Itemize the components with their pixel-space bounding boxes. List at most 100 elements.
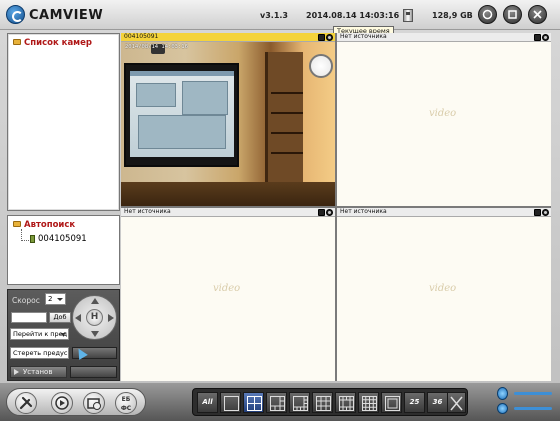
ptz-home-button[interactable]: H	[86, 309, 103, 326]
install-preset-button[interactable]: Установ	[10, 366, 67, 378]
layout-25-button[interactable]: 25	[404, 392, 425, 413]
record-icon[interactable]	[542, 34, 549, 41]
tile-header: Нет источника	[121, 208, 335, 217]
version-label: v3.1.3	[260, 11, 288, 20]
record-icon[interactable]	[542, 209, 549, 216]
feed-lamp	[309, 54, 333, 78]
layout-16-button[interactable]	[358, 392, 379, 413]
record-icon	[87, 398, 101, 410]
camview-window: CAMVIEW v3.1.3 2014.08.14 14:03:16 128,9…	[0, 0, 560, 421]
layout-6-icon	[270, 396, 285, 411]
tile-label: 004105091	[124, 33, 159, 40]
fullscreen-button[interactable]	[447, 392, 466, 413]
screen-window	[136, 83, 176, 107]
feed-monitor	[124, 63, 239, 167]
ptz-control-panel: Скорос 2 Доб Перейти к пред Стереть пред…	[7, 289, 120, 381]
layout-16-icon	[362, 396, 377, 411]
title-bar: CAMVIEW v3.1.3 2014.08.14 14:03:16 128,9…	[0, 0, 560, 30]
clear-preset-field[interactable]: Стереть предус	[10, 347, 69, 359]
preset-name-input[interactable]	[11, 312, 47, 323]
screen-window	[182, 81, 228, 115]
video-grid: 004105091 2014/08/14 14:03:16 Нет источн…	[121, 33, 551, 381]
disk-icon	[403, 9, 413, 22]
layout-selector: All 25 36	[192, 388, 468, 416]
microphone-icon[interactable]	[497, 387, 508, 400]
close-button[interactable]	[528, 5, 547, 24]
tile-header: Нет источника	[337, 208, 551, 217]
feed-monitor-screen	[130, 71, 234, 157]
record-icon[interactable]	[326, 209, 333, 216]
screen-window	[138, 115, 226, 149]
camera-list-title[interactable]: Список камер	[24, 38, 92, 48]
app-title: CAMVIEW	[29, 8, 104, 23]
snapshot-icon[interactable]	[534, 34, 541, 41]
arrow-left-icon[interactable]	[75, 314, 81, 322]
shelf-row	[271, 112, 303, 114]
feed-timestamp: 2014/08/14 14:03:16	[125, 44, 188, 50]
current-time[interactable]: 2014.08.14 14:03:16	[306, 11, 399, 20]
restore-icon	[508, 10, 517, 19]
add-preset-button[interactable]: Доб	[49, 312, 71, 323]
camera-icon	[30, 235, 35, 243]
layout-8-icon	[293, 396, 308, 411]
playback-button[interactable]	[51, 392, 73, 414]
camera-list-panel: Список камер	[7, 33, 120, 211]
layout-9-button[interactable]	[312, 392, 333, 413]
autosearch-panel: Автопоиск 004105091	[7, 215, 120, 285]
layout-6-button[interactable]	[266, 392, 287, 413]
camera-feed: 2014/08/14 14:03:16	[121, 42, 335, 206]
layout-1-button[interactable]	[220, 392, 241, 413]
shelf-row	[271, 132, 303, 134]
ptz-iris-slider[interactable]	[70, 366, 117, 378]
restore-button[interactable]	[503, 5, 522, 24]
snapshot-icon[interactable]	[318, 209, 325, 216]
shelf-row	[271, 152, 303, 154]
snapshot-icon[interactable]	[534, 209, 541, 216]
speed-select[interactable]: 2	[45, 293, 66, 305]
tree-connector	[21, 229, 29, 241]
tile-label: Нет источника	[340, 33, 387, 40]
video-tile-4[interactable]: Нет источника video	[337, 208, 551, 381]
speaker-icon[interactable]	[497, 403, 508, 414]
layout-film-button[interactable]	[381, 392, 402, 413]
microphone-volume-slider[interactable]	[514, 392, 552, 395]
language-top-label: ЕБ	[121, 396, 131, 403]
disk-free-space: 128,9 GB	[432, 11, 473, 20]
layout-all-button[interactable]: All	[197, 392, 218, 413]
video-tile-3[interactable]: Нет источника video	[121, 208, 335, 381]
close-icon	[533, 10, 542, 19]
layout-8-button[interactable]	[289, 392, 310, 413]
ptz-direction-pad[interactable]: H	[72, 295, 117, 340]
folder-icon	[13, 221, 21, 227]
video-tile-2[interactable]: Нет источника video	[337, 33, 551, 206]
goto-preset-select[interactable]: Перейти к пред	[10, 328, 69, 340]
arrow-right-icon[interactable]	[108, 314, 114, 322]
record-button[interactable]	[83, 392, 105, 414]
language-button[interactable]: ЕБ ФС	[115, 392, 137, 414]
video-watermark: video	[213, 283, 241, 294]
folder-icon	[13, 39, 21, 45]
language-bottom-label: ФС	[120, 405, 132, 412]
autosearch-title[interactable]: Автопоиск	[24, 220, 75, 230]
video-tile-1[interactable]: 004105091 2014/08/14 14:03:16	[121, 33, 335, 206]
video-watermark: video	[429, 108, 457, 119]
layout-4-button[interactable]	[243, 392, 264, 413]
settings-button[interactable]	[15, 392, 37, 414]
minimize-button[interactable]	[478, 5, 497, 24]
layout-13-button[interactable]	[335, 392, 356, 413]
arrow-down-icon[interactable]	[91, 331, 99, 337]
layout-film-icon	[385, 396, 400, 411]
tools-group: ЕБ ФС	[6, 388, 146, 416]
layout-1-icon	[224, 396, 239, 411]
arrow-up-icon[interactable]	[91, 298, 99, 304]
settings-icon	[19, 396, 33, 410]
layout-13-icon	[339, 396, 354, 411]
screen-bar	[130, 71, 234, 76]
autosearch-camera-item[interactable]: 004105091	[38, 234, 87, 244]
layout-36-button[interactable]: 36	[427, 392, 448, 413]
speaker-volume-slider[interactable]	[514, 407, 552, 410]
record-icon[interactable]	[326, 34, 333, 41]
video-watermark: video	[429, 283, 457, 294]
playback-icon	[55, 396, 69, 410]
snapshot-icon[interactable]	[318, 34, 325, 41]
